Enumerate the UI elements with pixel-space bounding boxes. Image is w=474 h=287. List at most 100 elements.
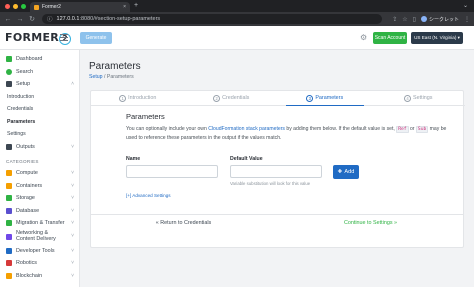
sidebar-item-setup[interactable]: Setup ˄: [0, 78, 79, 91]
page-title: Parameters: [89, 61, 141, 72]
developer-tools-icon: [6, 247, 12, 254]
sidebar-item-label: Developer Tools: [16, 247, 55, 254]
browser-tab-strip: Former2 × + ⌄: [0, 0, 474, 12]
app-header: FORMER 2 Generate ⚙ Scan Account US East …: [0, 26, 474, 50]
sidebar-sub-settings[interactable]: Settings: [0, 128, 79, 141]
sidebar-item-storage[interactable]: Storage ˅: [0, 192, 79, 205]
sidebar-item-migration[interactable]: Migration & Transfer ˅: [0, 217, 79, 230]
sidebar-sub-introduction[interactable]: Introduction: [0, 91, 79, 104]
region-select[interactable]: US East (N. Virginia) ▾: [411, 32, 463, 44]
breadcrumb-separator: /: [104, 74, 106, 80]
database-icon: [6, 207, 12, 214]
add-parameter-button[interactable]: ✚ Add: [333, 165, 359, 179]
sidebar-item-outputs[interactable]: Outputs ˅: [0, 141, 79, 154]
minimize-window-button[interactable]: [13, 4, 18, 9]
chevron-down-icon: ˅: [71, 207, 74, 214]
menu-toggle-icon[interactable]: [60, 34, 68, 43]
parameter-name-input[interactable]: [126, 165, 218, 178]
step-parameters[interactable]: 3 Parameters: [278, 91, 372, 106]
browser-toolbar: ← → ↻ ⓘ 127.0.0.1:8080/#section-setup-pa…: [0, 12, 474, 26]
step-settings[interactable]: 4 Settings: [372, 91, 466, 105]
sidebar-item-blockchain[interactable]: Blockchain ˅: [0, 270, 79, 283]
sub-code: Sub: [415, 126, 429, 133]
chevron-down-icon: ˅: [71, 195, 74, 202]
incognito-profile-button[interactable]: シークレット: [420, 16, 459, 23]
sidebar-item-compute[interactable]: Compute ˅: [0, 167, 79, 180]
scan-account-button[interactable]: Scan Account: [373, 32, 407, 44]
sidebar-item-developer-tools[interactable]: Developer Tools ˅: [0, 245, 79, 258]
step-label: Parameters: [315, 95, 344, 101]
storage-icon: [6, 195, 12, 202]
sidebar-item-networking[interactable]: Networking & Content Delivery ˅: [0, 230, 79, 245]
tab-search-icon[interactable]: ⌄: [463, 2, 468, 9]
browser-tab[interactable]: Former2 ×: [30, 2, 130, 12]
back-icon[interactable]: ←: [4, 16, 12, 23]
sidebar-sub-credentials[interactable]: Credentials: [0, 103, 79, 116]
step-introduction[interactable]: 1 Introduction: [91, 91, 185, 105]
step-number: 3: [306, 94, 314, 102]
sidebar-panel-icon[interactable]: ▯: [413, 16, 416, 23]
breadcrumb-current: Parameters: [106, 74, 134, 80]
advanced-settings-link[interactable]: [+] Advanced Settings: [126, 193, 171, 198]
gear-icon[interactable]: ⚙: [360, 33, 367, 42]
incognito-icon: [420, 16, 427, 22]
reload-icon[interactable]: ↻: [28, 15, 36, 23]
close-tab-icon[interactable]: ×: [123, 4, 126, 10]
browser-menu-icon[interactable]: ⋮: [464, 16, 470, 23]
chevron-down-icon: ˅: [71, 143, 74, 150]
address-bar[interactable]: ⓘ 127.0.0.1:8080/#section-setup-paramete…: [42, 14, 382, 24]
favicon-icon: [34, 4, 39, 10]
ref-code: Ref: [396, 126, 409, 133]
default-value-input[interactable]: [230, 165, 322, 178]
sidebar-sub-parameters[interactable]: Parameters: [0, 116, 79, 129]
step-number: 1: [119, 94, 127, 102]
forward-icon[interactable]: →: [16, 16, 24, 23]
compute-icon: [6, 170, 12, 177]
chevron-down-icon: ˅: [71, 170, 74, 177]
sidebar-item-label: Setup: [16, 81, 31, 88]
sidebar-item-label: Search: [16, 68, 34, 75]
chevron-up-icon: ˄: [71, 81, 74, 88]
chevron-down-icon: ˅: [71, 182, 74, 189]
sidebar: Dashboard Search Setup ˄ Introduction Cr…: [0, 50, 80, 287]
new-tab-button[interactable]: +: [134, 2, 138, 9]
search-icon: [6, 68, 12, 75]
sidebar-item-search[interactable]: Search: [0, 66, 79, 79]
sidebar-item-label: Networking & Content Delivery: [16, 230, 56, 242]
sidebar-item-database[interactable]: Database ˅: [0, 205, 79, 218]
default-value-label: Default Value: [230, 156, 263, 162]
dashboard-icon: [6, 56, 12, 63]
info-icon[interactable]: ⓘ: [47, 15, 53, 23]
breadcrumb-setup-link[interactable]: Setup: [89, 74, 103, 80]
window-controls: [5, 4, 26, 9]
outputs-icon: [6, 143, 12, 150]
sidebar-item-label: Blockchain: [16, 272, 43, 279]
step-label: Introduction: [128, 95, 157, 101]
desc-text: You can optionally include your own: [126, 126, 209, 132]
continue-to-settings-button[interactable]: Continue to Settings »: [277, 215, 464, 231]
wizard-footer: « Return to Credentials Continue to Sett…: [90, 214, 464, 231]
sidebar-item-label: Compute: [16, 170, 38, 177]
generate-button[interactable]: Generate: [80, 32, 112, 44]
sidebar-item-label: Containers: [16, 182, 43, 189]
bookmark-icon[interactable]: ☆: [402, 16, 407, 23]
url-host: 127.0.0.1: [56, 16, 80, 22]
containers-icon: [6, 182, 12, 189]
breadcrumb: Setup / Parameters: [89, 74, 134, 80]
close-window-button[interactable]: [5, 4, 10, 9]
add-label: Add: [344, 169, 355, 175]
step-label: Settings: [413, 95, 433, 101]
former2-app: FORMER 2 Generate ⚙ Scan Account US East …: [0, 26, 474, 287]
cfn-parameters-link[interactable]: CloudFormation stack parameters: [208, 126, 285, 132]
maximize-window-button[interactable]: [21, 4, 26, 9]
return-to-credentials-button[interactable]: « Return to Credentials: [90, 215, 277, 231]
sidebar-item-containers[interactable]: Containers ˅: [0, 180, 79, 193]
step-label: Credentials: [222, 95, 250, 101]
robotics-icon: [6, 260, 12, 267]
default-value-help: Variable substitution will look for this…: [230, 181, 311, 186]
share-icon[interactable]: ⇪: [392, 16, 397, 23]
sidebar-item-dashboard[interactable]: Dashboard: [0, 53, 79, 66]
sidebar-item-robotics[interactable]: Robotics ˅: [0, 257, 79, 270]
step-credentials[interactable]: 2 Credentials: [185, 91, 279, 105]
blockchain-icon: [6, 272, 12, 279]
